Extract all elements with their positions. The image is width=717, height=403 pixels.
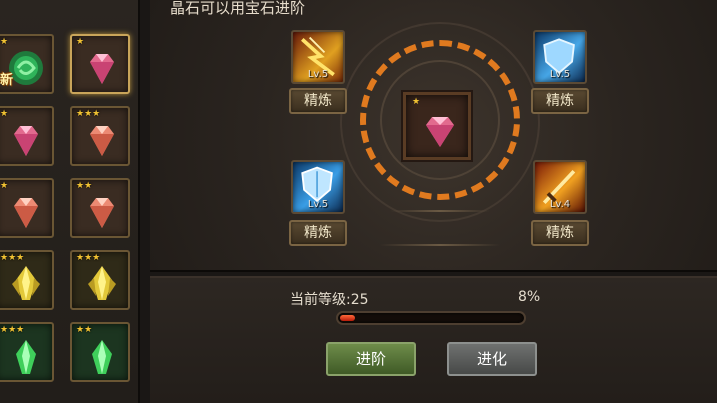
- inventory-slot-1[interactable]: ★ 新: [0, 34, 54, 94]
- refine-button-1[interactable]: 精炼: [289, 88, 347, 114]
- skill-slot-2[interactable]: Lv.5: [533, 30, 587, 84]
- skill-slot-3[interactable]: Lv.5: [291, 160, 345, 214]
- pink-diamond-gem-icon: [14, 126, 38, 156]
- gold-crystal-gem-icon: [88, 266, 116, 300]
- skill-slot-4[interactable]: Lv.4: [533, 160, 587, 214]
- progress-bar-fill: [340, 315, 355, 321]
- pink-diamond-gem-icon: [426, 117, 454, 147]
- inventory-slot-8[interactable]: ★★★: [70, 250, 130, 310]
- current-level-label: 当前等级:25: [290, 292, 369, 308]
- salmon-diamond-gem-icon: [14, 198, 38, 228]
- inventory-slot-2[interactable]: ★: [70, 34, 130, 94]
- pink-diamond-gem-icon: [90, 54, 114, 84]
- green-crystal-gem-icon: [92, 340, 112, 374]
- inventory-slot-3[interactable]: ★: [0, 106, 54, 166]
- inventory-slot-5[interactable]: ★: [0, 178, 54, 238]
- refine-button-2[interactable]: 精炼: [531, 88, 589, 114]
- inventory-slot-4[interactable]: ★★★: [70, 106, 130, 166]
- new-tag: 新: [0, 73, 14, 88]
- selected-gem-slot[interactable]: ★: [403, 92, 471, 160]
- skill-level: Lv.5: [307, 199, 329, 210]
- skill-level: Lv.5: [549, 69, 571, 80]
- progress-bar: [336, 311, 526, 325]
- hint-text: 晶石可以用宝石进阶: [170, 0, 306, 17]
- green-crystal-gem-icon: [16, 340, 36, 374]
- inventory-slot-6[interactable]: ★★: [70, 178, 130, 238]
- gold-crystal-gem-icon: [12, 266, 40, 300]
- status-panel: [150, 276, 717, 403]
- inventory-slot-9[interactable]: ★★★: [0, 322, 54, 382]
- evolve-button[interactable]: 进化: [447, 342, 537, 376]
- refine-button-3[interactable]: 精炼: [289, 220, 347, 246]
- skill-level: Lv.4: [549, 199, 571, 210]
- advance-button[interactable]: 进阶: [326, 342, 416, 376]
- skill-slot-1[interactable]: Lv.5: [291, 30, 345, 84]
- decorative-line: [380, 244, 500, 246]
- decorative-line: [390, 210, 490, 212]
- salmon-diamond-gem-icon: [90, 198, 114, 228]
- skill-level: Lv.5: [307, 69, 329, 80]
- gem-inventory: ★ 新 ★ ★ ★★★ ★ ★★ ★★★ ★★★ ★★★ ★★: [0, 0, 140, 403]
- refine-button-4[interactable]: 精炼: [531, 220, 589, 246]
- inventory-slot-7[interactable]: ★★★: [0, 250, 54, 310]
- inventory-slot-10[interactable]: ★★: [70, 322, 130, 382]
- salmon-diamond-gem-icon: [90, 126, 114, 156]
- progress-percent: 8%: [518, 289, 541, 305]
- star-rating: ★: [412, 97, 421, 107]
